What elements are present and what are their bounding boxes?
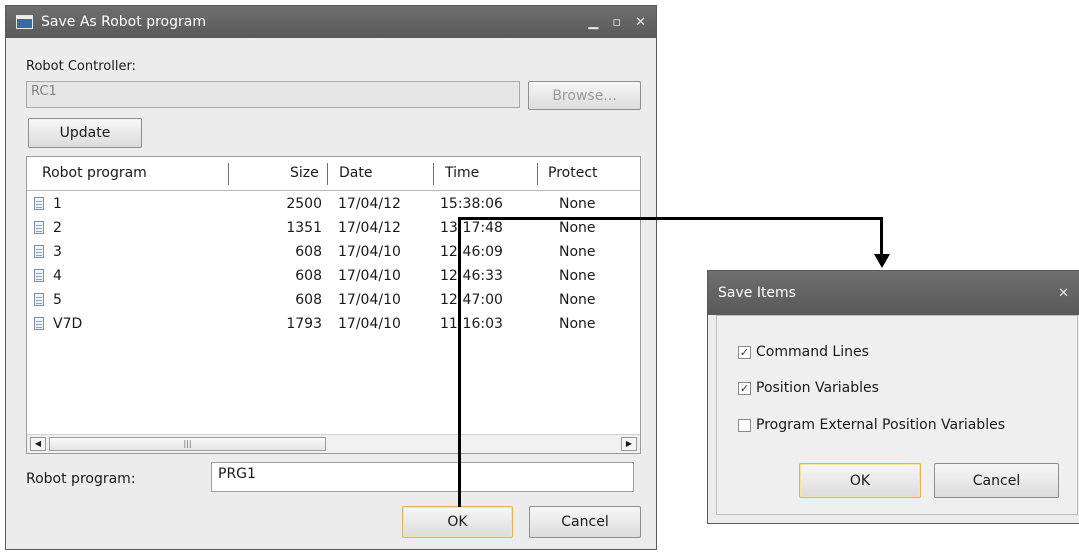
check-icon[interactable]: ✓ [738,345,751,359]
cell-size: 1351 [286,220,322,236]
ok-label: OK [849,472,871,489]
cell-name: V7D [53,316,83,332]
cell-date: 17/04/12 [338,196,401,212]
column-divider[interactable] [228,163,229,185]
update-label: Update [59,125,111,141]
empty-checkbox-icon[interactable] [738,418,751,432]
file-icon [34,269,44,282]
cell-size: 608 [295,244,322,260]
cell-date: 17/04/12 [338,220,401,236]
cell-size: 1793 [286,316,322,332]
cell-name: 2 [53,220,62,236]
scroll-thumb[interactable]: ||| [49,437,326,451]
table-row[interactable]: 5 608 17/04/10 12:47:00 None [27,288,640,312]
save-items-dialog: Save Items ✕ ✓ Command Lines ✓ Position … [707,270,1079,524]
scroll-right-icon[interactable]: ▶ [621,437,637,451]
checkbox-external-position-variables[interactable]: Program External Position Variables [738,417,1005,433]
column-header-protect[interactable]: Protect [548,157,598,190]
window-icon [16,15,33,29]
cell-protect: None [559,268,596,284]
ok-button[interactable]: OK [799,463,921,498]
cell-time: 11:16:03 [440,316,503,332]
cell-time: 12:47:00 [440,292,503,308]
column-header-time[interactable]: Time [445,157,479,190]
cell-date: 17/04/10 [338,316,401,332]
program-name-input[interactable]: PRG1 [211,462,634,492]
checkbox-position-variables[interactable]: ✓ Position Variables [738,380,879,396]
connector-arrow-icon [874,254,890,268]
maximize-icon[interactable]: ▫ [612,15,621,30]
close-icon[interactable]: ✕ [1058,286,1069,301]
cell-name: 4 [53,268,62,284]
cell-protect: None [559,292,596,308]
update-button[interactable]: Update [28,118,142,148]
cell-date: 17/04/10 [338,292,401,308]
connector-line [458,217,883,220]
cancel-label: Cancel [972,472,1021,489]
close-icon[interactable]: ✕ [635,15,646,30]
checkbox-label: Command Lines [756,344,869,360]
scroll-left-icon[interactable]: ◀ [30,437,46,451]
table-row[interactable]: 1 2500 17/04/12 15:38:06 None [27,192,640,216]
browse-label: Browse... [552,87,617,104]
options-panel: ✓ Command Lines ✓ Position Variables Pro… [716,315,1078,515]
horizontal-scrollbar[interactable]: ◀ ||| ▶ [27,434,640,453]
title-bar[interactable]: Save Items ✕ [708,271,1079,315]
dialog-title: Save As Robot program [41,14,206,30]
file-icon [34,197,44,210]
cancel-label: Cancel [561,514,609,530]
column-divider[interactable] [327,163,328,185]
cell-date: 17/04/10 [338,268,401,284]
ok-button[interactable]: OK [402,506,513,538]
checkbox-label: Position Variables [756,380,879,396]
cancel-button[interactable]: Cancel [529,506,641,538]
table-row[interactable]: 4 608 17/04/10 12:46:33 None [27,264,640,288]
column-header-date[interactable]: Date [339,157,372,190]
file-icon [34,293,44,306]
dialog-title: Save Items [718,285,796,301]
cell-name: 5 [53,292,62,308]
cell-protect: None [559,244,596,260]
checkbox-command-lines[interactable]: ✓ Command Lines [738,344,869,360]
cell-protect: None [559,196,596,212]
cell-time: 15:38:06 [440,196,503,212]
controller-field: RC1 [26,81,520,108]
column-header-size[interactable]: Size [290,157,319,190]
file-icon [34,221,44,234]
file-icon [34,245,44,258]
cell-size: 2500 [286,196,322,212]
column-header-name[interactable]: Robot program [42,157,147,190]
program-name-label: Robot program: [26,471,136,487]
cell-time: 12:46:09 [440,244,503,260]
cell-size: 608 [295,292,322,308]
cell-protect: None [559,316,596,332]
title-bar[interactable]: Save As Robot program ▁ ▫ ✕ [6,6,656,38]
cell-date: 17/04/10 [338,244,401,260]
browse-button[interactable]: Browse... [528,81,641,110]
column-divider[interactable] [433,163,434,185]
controller-label: Robot Controller: [26,59,136,74]
cancel-button[interactable]: Cancel [934,463,1059,498]
list-header: Robot program Size Date Time Protect [27,157,640,191]
program-list[interactable]: Robot program Size Date Time Protect 1 2… [26,156,641,454]
connector-line [880,217,883,257]
table-row[interactable]: V7D 1793 17/04/10 11:16:03 None [27,312,640,336]
connector-line [458,217,461,507]
column-divider[interactable] [537,163,538,185]
checkbox-label: Program External Position Variables [756,417,1005,433]
check-icon[interactable]: ✓ [738,381,751,395]
ok-label: OK [447,514,468,530]
file-icon [34,317,44,330]
minimize-icon[interactable]: ▁ [588,15,598,30]
cell-size: 608 [295,268,322,284]
table-row[interactable]: 3 608 17/04/10 12:46:09 None [27,240,640,264]
cell-name: 3 [53,244,62,260]
save-as-dialog: Save As Robot program ▁ ▫ ✕ Robot Contro… [5,5,657,550]
cell-name: 1 [53,196,62,212]
cell-time: 12:46:33 [440,268,503,284]
